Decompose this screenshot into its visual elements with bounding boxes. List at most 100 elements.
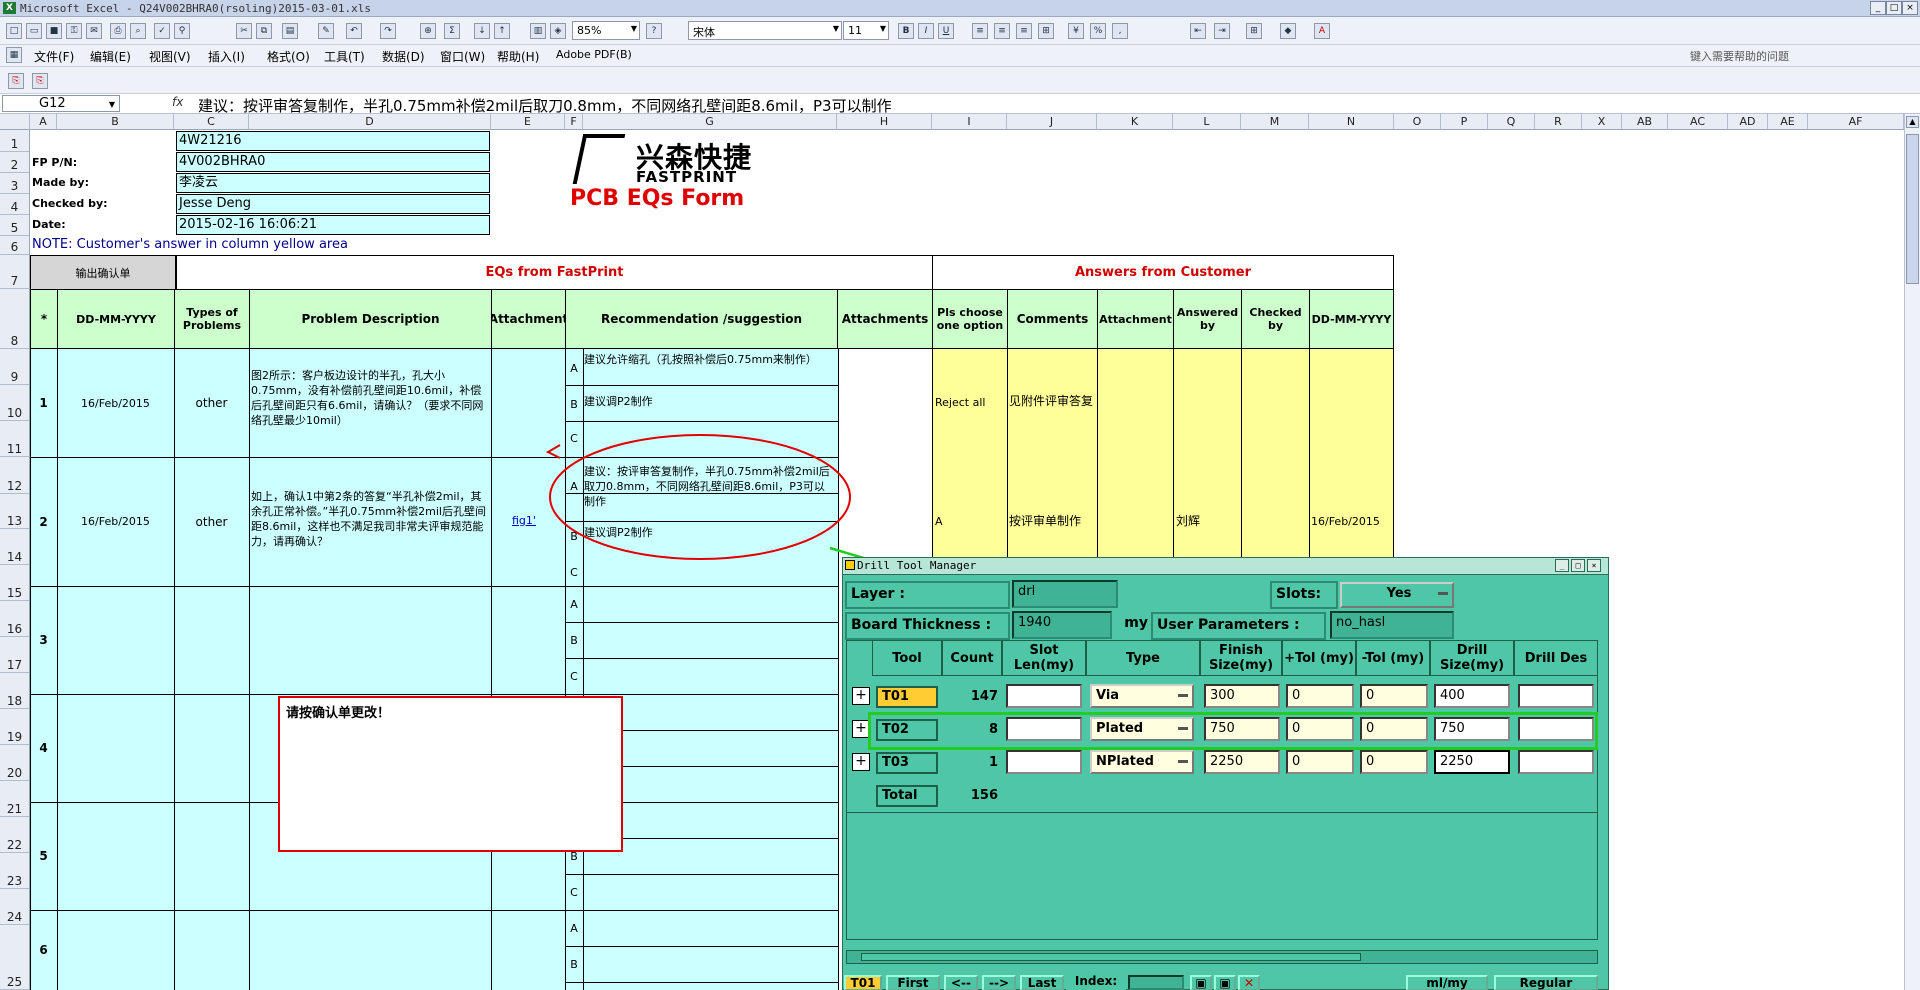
close-button[interactable]: ×	[1902, 1, 1918, 15]
col-header-B[interactable]: B	[57, 114, 174, 130]
col-header-AE[interactable]: AE	[1768, 114, 1808, 130]
row-header-10[interactable]: 10	[0, 385, 30, 421]
col-header-P[interactable]: P	[1441, 114, 1488, 130]
row-header-11[interactable]: 11	[0, 421, 30, 457]
permission-icon[interactable]: ⚿	[66, 23, 82, 39]
row-header-23[interactable]: 23	[0, 853, 30, 889]
menu-window[interactable]: 窗口(W)	[440, 48, 485, 65]
menu-data[interactable]: 数据(D)	[382, 48, 425, 65]
user-params-field[interactable]: no_hasl	[1330, 611, 1454, 639]
col-header-L[interactable]: L	[1173, 114, 1241, 130]
fill-color-icon[interactable]: ◆	[1280, 23, 1296, 39]
col-header-M[interactable]: M	[1241, 114, 1309, 130]
eq1-answer[interactable]: Reject all	[935, 395, 1005, 413]
col-header-F[interactable]: F	[565, 114, 583, 130]
menu-edit[interactable]: 编辑(E)	[90, 48, 131, 65]
row-header-7[interactable]: 7	[0, 255, 30, 289]
tool-t01[interactable]: T01	[876, 686, 938, 708]
minimize-button[interactable]: _	[1870, 1, 1886, 15]
layer-field[interactable]: drl	[1012, 580, 1118, 608]
thickness-field[interactable]: 1940	[1012, 611, 1112, 639]
next-button[interactable]: -->	[982, 975, 1016, 990]
row-header-18[interactable]: 18	[0, 673, 30, 709]
help-search-input[interactable]: 键入需要帮助的问题	[1690, 48, 1870, 65]
col-header-C[interactable]: C	[174, 114, 249, 130]
underline-icon[interactable]: U	[938, 23, 954, 39]
slot-t01-input[interactable]	[1006, 684, 1082, 708]
row-header-25[interactable]: 25	[0, 925, 30, 990]
cut-icon[interactable]: ✂	[236, 23, 252, 39]
col-header-D[interactable]: D	[249, 114, 491, 130]
ptol-t01-input[interactable]: 0	[1286, 684, 1354, 708]
prev-button[interactable]: <--	[944, 975, 978, 990]
font-select[interactable]: 宋体 ▼	[688, 21, 842, 40]
col-header-AB[interactable]: AB	[1622, 114, 1668, 130]
currency-icon[interactable]: ¥	[1068, 23, 1084, 39]
redo-icon[interactable]: ↷	[380, 23, 396, 39]
finish-t03-input[interactable]: 2250	[1204, 750, 1280, 774]
row-header-6[interactable]: 6	[0, 236, 30, 255]
align-center-icon[interactable]: ≡	[994, 23, 1010, 39]
sort-asc-icon[interactable]: ↓	[474, 23, 490, 39]
mode-select[interactable]: Regular	[1494, 975, 1598, 990]
row-header-15[interactable]: 15	[0, 565, 30, 601]
row-header-21[interactable]: 21	[0, 781, 30, 817]
select-all-corner[interactable]	[0, 114, 30, 130]
menu-help[interactable]: 帮助(H)	[497, 48, 539, 65]
tool-t03[interactable]: T03	[876, 752, 938, 774]
print-icon[interactable]: ⎙	[110, 23, 126, 39]
chart-wizard-icon[interactable]: ▥	[530, 23, 546, 39]
confirm-output-button[interactable]: 输出确认单	[30, 255, 176, 290]
bold-icon[interactable]: B	[898, 23, 914, 39]
col-header-Q[interactable]: Q	[1488, 114, 1535, 130]
drawing-icon[interactable]: ◈	[550, 23, 566, 39]
col-header-A[interactable]: A	[30, 114, 57, 130]
vertical-scrollbar[interactable]: ▲	[1904, 114, 1920, 990]
col-header-J[interactable]: J	[1007, 114, 1097, 130]
col-header-I[interactable]: I	[932, 114, 1007, 130]
comma-icon[interactable]: ,	[1112, 23, 1128, 39]
col-header-AD[interactable]: AD	[1728, 114, 1768, 130]
expand-t03-icon[interactable]: +	[852, 753, 870, 771]
row-header-3[interactable]: 3	[0, 173, 30, 194]
col-header-K[interactable]: K	[1097, 114, 1173, 130]
ptol-t03-input[interactable]: 0	[1286, 750, 1354, 774]
zoom-select[interactable]: 85% ▼	[572, 21, 640, 40]
menu-insert[interactable]: 插入(I)	[208, 48, 245, 65]
formula-input[interactable]: 建议：按评审答复制作，半孔0.75mm补偿2mil后取刀0.8mm，不同网络孔壁…	[198, 95, 892, 116]
first-button[interactable]: First	[886, 975, 940, 990]
menu-view[interactable]: 视图(V)	[149, 48, 191, 65]
menu-format[interactable]: 格式(O)	[267, 48, 310, 65]
row-header-14[interactable]: 14	[0, 529, 30, 565]
type-t03-select[interactable]: NPlated	[1090, 750, 1194, 774]
des-t03-input[interactable]	[1518, 750, 1594, 774]
cell-c1[interactable]: 4W21216	[176, 131, 490, 151]
copy-icon[interactable]: ⧉	[256, 23, 272, 39]
drill-maximize-button[interactable]: □	[1571, 559, 1585, 572]
checked-by-value[interactable]: Jesse Deng	[176, 194, 490, 214]
format-painter-icon[interactable]: ✎	[318, 23, 334, 39]
font-size-select[interactable]: 11 ▼	[843, 21, 889, 40]
col-header-AF[interactable]: AF	[1808, 114, 1904, 130]
row-header-12[interactable]: 12	[0, 457, 30, 494]
row-header-1[interactable]: 1	[0, 130, 30, 152]
col-header-H[interactable]: H	[837, 114, 932, 130]
row-header-16[interactable]: 16	[0, 601, 30, 637]
hyperlink-icon[interactable]: ⊕	[420, 23, 436, 39]
align-left-icon[interactable]: ≡	[972, 23, 988, 39]
eq2-comment[interactable]: 按评审单制作	[1009, 514, 1097, 532]
col-header-X[interactable]: X	[1582, 114, 1622, 130]
menu-tools[interactable]: 工具(T)	[324, 48, 365, 65]
merge-center-icon[interactable]: ⊞	[1038, 23, 1054, 39]
sort-desc-icon[interactable]: ↑	[494, 23, 510, 39]
row-header-2[interactable]: 2	[0, 152, 30, 173]
workbook-icon[interactable]: ▦	[6, 47, 22, 63]
eq2-answered-by[interactable]: 刘辉	[1176, 514, 1236, 532]
spelling-icon[interactable]: ✓	[154, 23, 170, 39]
col-header-N[interactable]: N	[1309, 114, 1394, 130]
font-color-icon[interactable]: A	[1314, 23, 1330, 39]
row-header-17[interactable]: 17	[0, 637, 30, 673]
row-header-4[interactable]: 4	[0, 194, 30, 215]
date-value[interactable]: 2015-02-16 16:06:21	[176, 215, 490, 235]
name-box[interactable]: G12 ▼	[2, 95, 120, 112]
